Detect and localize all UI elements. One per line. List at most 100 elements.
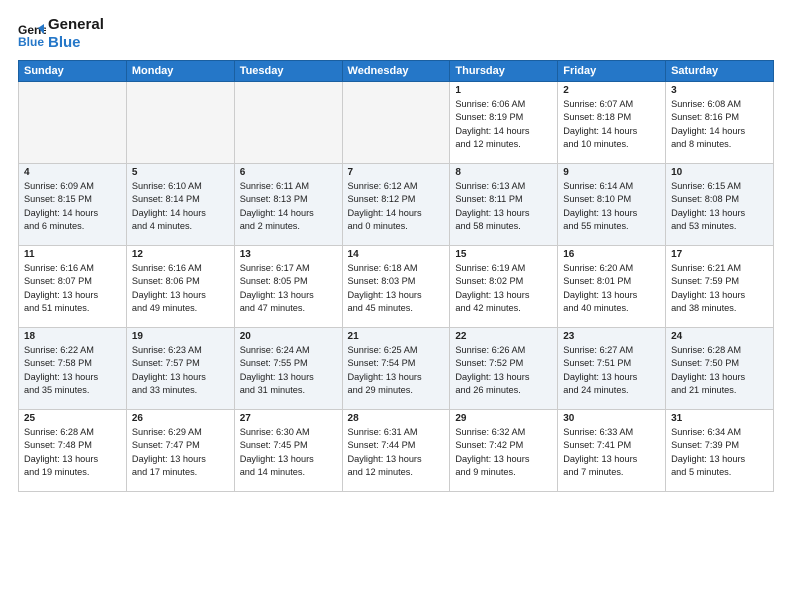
week-row-1: 1 Sunrise: 6:06 AM Sunset: 8:19 PM Daylig… bbox=[19, 82, 774, 164]
weekday-header-saturday: Saturday bbox=[666, 61, 774, 82]
logo-text-general: General bbox=[48, 16, 104, 34]
header: General Blue General Blue bbox=[18, 16, 774, 52]
logo-icon: General Blue bbox=[18, 20, 46, 48]
day-info: Sunrise: 6:15 AM Sunset: 8:08 PM Dayligh… bbox=[671, 180, 768, 233]
day-number: 9 bbox=[563, 167, 660, 178]
day-number: 17 bbox=[671, 249, 768, 260]
day-info: Sunrise: 6:23 AM Sunset: 7:57 PM Dayligh… bbox=[132, 344, 229, 397]
calendar-table: SundayMondayTuesdayWednesdayThursdayFrid… bbox=[18, 60, 774, 492]
day-info: Sunrise: 6:19 AM Sunset: 8:02 PM Dayligh… bbox=[455, 262, 552, 315]
day-number: 10 bbox=[671, 167, 768, 178]
day-info: Sunrise: 6:12 AM Sunset: 8:12 PM Dayligh… bbox=[348, 180, 445, 233]
day-number: 23 bbox=[563, 331, 660, 342]
day-info: Sunrise: 6:21 AM Sunset: 7:59 PM Dayligh… bbox=[671, 262, 768, 315]
calendar-cell bbox=[19, 82, 127, 164]
day-info: Sunrise: 6:11 AM Sunset: 8:13 PM Dayligh… bbox=[240, 180, 337, 233]
calendar-cell: 30Sunrise: 6:33 AM Sunset: 7:41 PM Dayli… bbox=[558, 410, 666, 492]
calendar-cell: 8 Sunrise: 6:13 AM Sunset: 8:11 PM Daylig… bbox=[450, 164, 558, 246]
day-number: 18 bbox=[24, 331, 121, 342]
calendar-cell bbox=[126, 82, 234, 164]
calendar-cell: 18 Sunrise: 6:22 AM Sunset: 7:58 PM Dayli… bbox=[19, 328, 127, 410]
calendar-cell: 22Sunrise: 6:26 AM Sunset: 7:52 PM Dayli… bbox=[450, 328, 558, 410]
day-number: 2 bbox=[563, 85, 660, 96]
day-number: 11 bbox=[24, 249, 121, 260]
day-number: 8 bbox=[455, 167, 552, 178]
calendar-cell: 12 Sunrise: 6:16 AM Sunset: 8:06 PM Dayli… bbox=[126, 246, 234, 328]
day-number: 14 bbox=[348, 249, 445, 260]
day-info: Sunrise: 6:28 AM Sunset: 7:50 PM Dayligh… bbox=[671, 344, 768, 397]
calendar-cell: 5Sunrise: 6:10 AM Sunset: 8:14 PM Daylig… bbox=[126, 164, 234, 246]
day-number: 5 bbox=[132, 167, 229, 178]
calendar-cell: 10 Sunrise: 6:15 AM Sunset: 8:08 PM Dayli… bbox=[666, 164, 774, 246]
day-number: 21 bbox=[348, 331, 445, 342]
calendar-cell: 16 Sunrise: 6:20 AM Sunset: 8:01 PM Dayli… bbox=[558, 246, 666, 328]
weekday-header-sunday: Sunday bbox=[19, 61, 127, 82]
day-number: 29 bbox=[455, 413, 552, 424]
day-info: Sunrise: 6:16 AM Sunset: 8:06 PM Dayligh… bbox=[132, 262, 229, 315]
day-info: Sunrise: 6:24 AM Sunset: 7:55 PM Dayligh… bbox=[240, 344, 337, 397]
day-info: Sunrise: 6:16 AM Sunset: 8:07 PM Dayligh… bbox=[24, 262, 121, 315]
calendar-cell: 21 Sunrise: 6:25 AM Sunset: 7:54 PM Dayli… bbox=[342, 328, 450, 410]
calendar-cell: 26 Sunrise: 6:29 AM Sunset: 7:47 PM Dayli… bbox=[126, 410, 234, 492]
day-number: 15 bbox=[455, 249, 552, 260]
day-number: 1 bbox=[455, 85, 552, 96]
day-info: Sunrise: 6:18 AM Sunset: 8:03 PM Dayligh… bbox=[348, 262, 445, 315]
calendar-cell: 15 Sunrise: 6:19 AM Sunset: 8:02 PM Dayli… bbox=[450, 246, 558, 328]
day-info: Sunrise: 6:14 AM Sunset: 8:10 PM Dayligh… bbox=[563, 180, 660, 233]
day-number: 31 bbox=[671, 413, 768, 424]
day-number: 3 bbox=[671, 85, 768, 96]
calendar-cell: 6 Sunrise: 6:11 AM Sunset: 8:13 PM Daylig… bbox=[234, 164, 342, 246]
calendar-cell: 14 Sunrise: 6:18 AM Sunset: 8:03 PM Dayli… bbox=[342, 246, 450, 328]
day-info: Sunrise: 6:08 AM Sunset: 8:16 PM Dayligh… bbox=[671, 98, 768, 151]
calendar-cell: 19 Sunrise: 6:23 AM Sunset: 7:57 PM Dayli… bbox=[126, 328, 234, 410]
day-info: Sunrise: 6:31 AM Sunset: 7:44 PM Dayligh… bbox=[348, 426, 445, 479]
day-info: Sunrise: 6:09 AM Sunset: 8:15 PM Dayligh… bbox=[24, 180, 121, 233]
day-info: Sunrise: 6:33 AM Sunset: 7:41 PM Dayligh… bbox=[563, 426, 660, 479]
calendar-cell bbox=[342, 82, 450, 164]
day-number: 27 bbox=[240, 413, 337, 424]
weekday-header-wednesday: Wednesday bbox=[342, 61, 450, 82]
day-info: Sunrise: 6:32 AM Sunset: 7:42 PM Dayligh… bbox=[455, 426, 552, 479]
svg-text:Blue: Blue bbox=[18, 35, 44, 48]
day-info: Sunrise: 6:25 AM Sunset: 7:54 PM Dayligh… bbox=[348, 344, 445, 397]
logo: General Blue General Blue bbox=[18, 16, 104, 52]
day-info: Sunrise: 6:27 AM Sunset: 7:51 PM Dayligh… bbox=[563, 344, 660, 397]
calendar-cell: 31 Sunrise: 6:34 AM Sunset: 7:39 PM Dayli… bbox=[666, 410, 774, 492]
day-number: 4 bbox=[24, 167, 121, 178]
day-info: Sunrise: 6:06 AM Sunset: 8:19 PM Dayligh… bbox=[455, 98, 552, 151]
day-number: 24 bbox=[671, 331, 768, 342]
calendar-cell: 1 Sunrise: 6:06 AM Sunset: 8:19 PM Daylig… bbox=[450, 82, 558, 164]
calendar-cell: 24 Sunrise: 6:28 AM Sunset: 7:50 PM Dayli… bbox=[666, 328, 774, 410]
calendar-cell: 2Sunrise: 6:07 AM Sunset: 8:18 PM Daylig… bbox=[558, 82, 666, 164]
weekday-header-friday: Friday bbox=[558, 61, 666, 82]
week-row-3: 11 Sunrise: 6:16 AM Sunset: 8:07 PM Dayli… bbox=[19, 246, 774, 328]
day-number: 6 bbox=[240, 167, 337, 178]
day-number: 26 bbox=[132, 413, 229, 424]
week-row-2: 4 Sunrise: 6:09 AM Sunset: 8:15 PM Daylig… bbox=[19, 164, 774, 246]
calendar-cell: 23 Sunrise: 6:27 AM Sunset: 7:51 PM Dayli… bbox=[558, 328, 666, 410]
day-info: Sunrise: 6:20 AM Sunset: 8:01 PM Dayligh… bbox=[563, 262, 660, 315]
week-row-5: 25Sunrise: 6:28 AM Sunset: 7:48 PM Dayli… bbox=[19, 410, 774, 492]
weekday-header-monday: Monday bbox=[126, 61, 234, 82]
calendar-cell: 3 Sunrise: 6:08 AM Sunset: 8:16 PM Daylig… bbox=[666, 82, 774, 164]
day-info: Sunrise: 6:22 AM Sunset: 7:58 PM Dayligh… bbox=[24, 344, 121, 397]
week-row-4: 18 Sunrise: 6:22 AM Sunset: 7:58 PM Dayli… bbox=[19, 328, 774, 410]
calendar-cell: 11 Sunrise: 6:16 AM Sunset: 8:07 PM Dayli… bbox=[19, 246, 127, 328]
day-number: 19 bbox=[132, 331, 229, 342]
day-number: 28 bbox=[348, 413, 445, 424]
calendar-cell: 20 Sunrise: 6:24 AM Sunset: 7:55 PM Dayli… bbox=[234, 328, 342, 410]
calendar-cell: 7Sunrise: 6:12 AM Sunset: 8:12 PM Daylig… bbox=[342, 164, 450, 246]
day-info: Sunrise: 6:29 AM Sunset: 7:47 PM Dayligh… bbox=[132, 426, 229, 479]
weekday-header-thursday: Thursday bbox=[450, 61, 558, 82]
calendar-cell bbox=[234, 82, 342, 164]
day-number: 20 bbox=[240, 331, 337, 342]
day-info: Sunrise: 6:30 AM Sunset: 7:45 PM Dayligh… bbox=[240, 426, 337, 479]
day-info: Sunrise: 6:26 AM Sunset: 7:52 PM Dayligh… bbox=[455, 344, 552, 397]
day-info: Sunrise: 6:13 AM Sunset: 8:11 PM Dayligh… bbox=[455, 180, 552, 233]
day-number: 12 bbox=[132, 249, 229, 260]
calendar-cell: 4 Sunrise: 6:09 AM Sunset: 8:15 PM Daylig… bbox=[19, 164, 127, 246]
day-info: Sunrise: 6:34 AM Sunset: 7:39 PM Dayligh… bbox=[671, 426, 768, 479]
day-number: 13 bbox=[240, 249, 337, 260]
day-number: 16 bbox=[563, 249, 660, 260]
calendar-cell: 29 Sunrise: 6:32 AM Sunset: 7:42 PM Dayli… bbox=[450, 410, 558, 492]
